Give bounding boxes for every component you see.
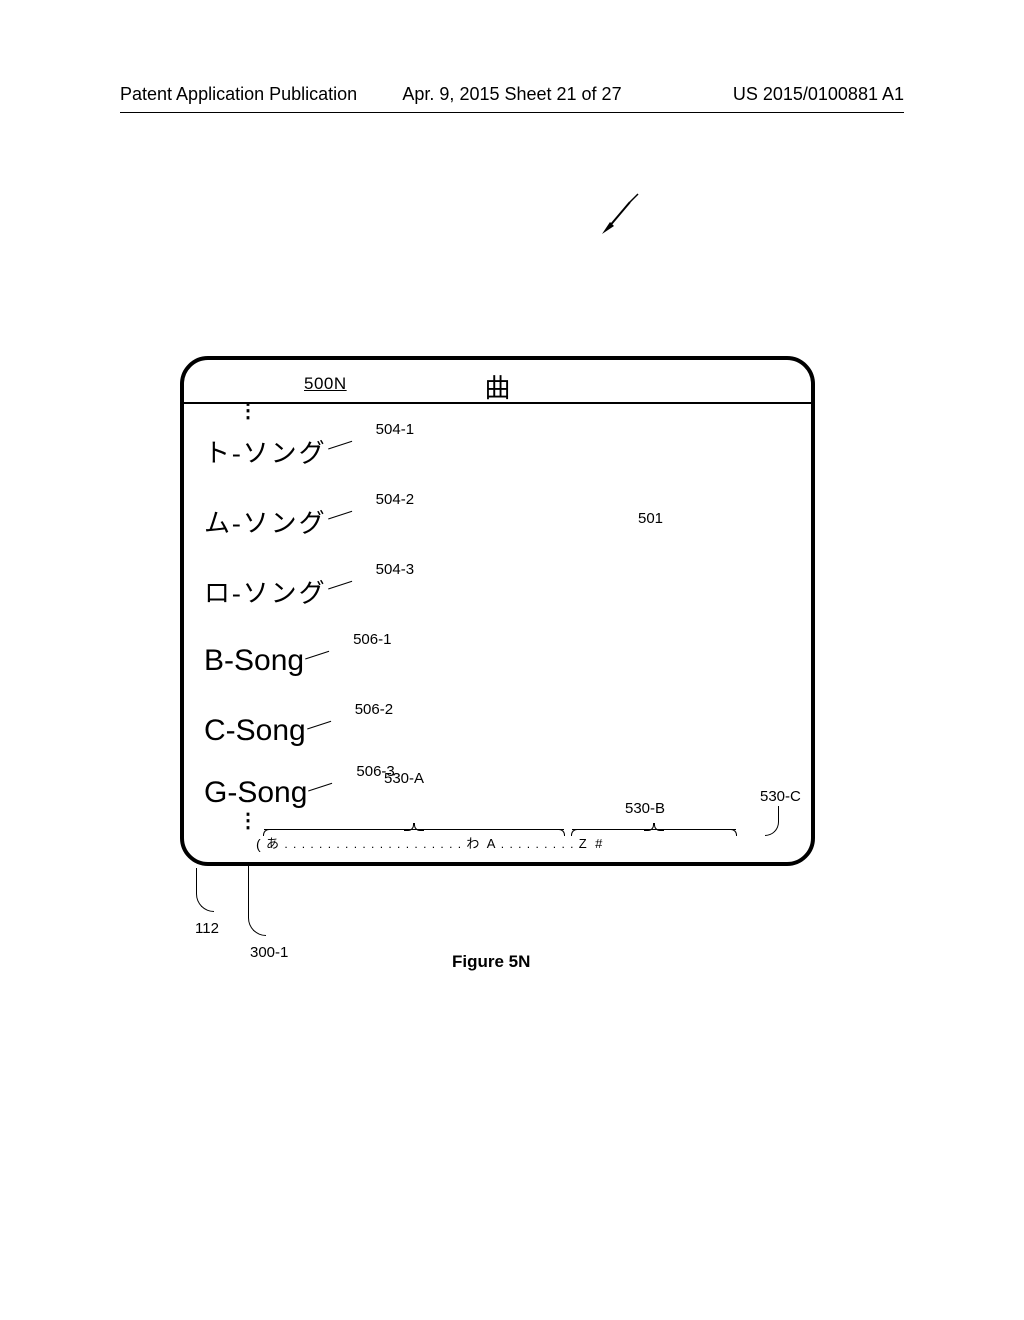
- figure-label: 500N: [304, 374, 347, 394]
- title-bar: 500N 曲: [184, 360, 811, 404]
- ref-506-1: 506-1: [353, 631, 391, 648]
- ref-112: 112: [195, 920, 219, 937]
- scrub-en-start[interactable]: A: [487, 836, 497, 851]
- leader-line: [305, 650, 329, 659]
- scrub-jp-start[interactable]: あ: [266, 836, 280, 851]
- song-title-en: G-Song: [204, 776, 307, 810]
- header-divider: [120, 112, 904, 113]
- figure-caption: Figure 5N: [452, 952, 530, 972]
- scrub-dots: . . . . . . . . .: [501, 837, 579, 851]
- ref-530-C: 530-C: [760, 788, 801, 805]
- list-item[interactable]: ト-ソング 504-1: [204, 416, 811, 486]
- leader-300-1: [248, 862, 266, 936]
- leader-line: [328, 440, 352, 449]
- song-title-en: B-Song: [204, 644, 304, 678]
- leader-line: [328, 580, 352, 589]
- ref-300-1: 300-1: [250, 944, 288, 961]
- ref-506-2: 506-2: [355, 701, 393, 718]
- ref-504-3: 504-3: [376, 561, 414, 578]
- paren-icon: (: [256, 836, 262, 852]
- song-title-jp: ム-ソング: [204, 503, 327, 540]
- ref-530-B: 530-B: [625, 800, 665, 817]
- header-right: US 2015/0100881 A1: [733, 84, 904, 105]
- ref-504-1: 504-1: [376, 421, 414, 438]
- screen-title: 曲: [484, 368, 510, 405]
- song-title-jp: ロ-ソング: [204, 573, 327, 610]
- header-left: Patent Application Publication: [120, 84, 357, 105]
- device-frame: 500N 曲 ⋮ ト-ソング 504-1 ム-ソング 504-2 ロ-ソング 5…: [180, 356, 815, 866]
- song-title-jp: ト-ソング: [204, 433, 327, 470]
- vertical-ellipsis-icon: ⋮: [238, 406, 811, 416]
- header-center: Apr. 9, 2015 Sheet 21 of 27: [402, 84, 621, 105]
- song-title-en: C-Song: [204, 714, 306, 748]
- list-item[interactable]: ム-ソング 504-2: [204, 486, 811, 556]
- list-item[interactable]: B-Song 506-1: [204, 626, 811, 696]
- leader-line: [328, 510, 352, 519]
- ref-530-A: 530-A: [384, 770, 424, 787]
- scrub-dots: . . . . . . . . . . . . . . . . . . . . …: [284, 837, 466, 851]
- page-header: Patent Application Publication Apr. 9, 2…: [120, 84, 904, 105]
- scrub-hash[interactable]: #: [595, 836, 603, 851]
- scrub-en-end[interactable]: Z: [579, 836, 588, 851]
- brace-530B: [572, 829, 736, 837]
- ref-504-2: 504-2: [376, 491, 414, 508]
- ref-501: 501: [638, 510, 663, 527]
- song-list[interactable]: ⋮ ト-ソング 504-1 ム-ソング 504-2 ロ-ソング 504-3 B-…: [184, 404, 811, 826]
- brace-530A: [264, 829, 564, 837]
- leader-112: [196, 868, 214, 912]
- scrub-jp-end[interactable]: わ: [466, 836, 480, 851]
- leader-line: [309, 782, 333, 791]
- list-item[interactable]: G-Song 506-3 530-A: [204, 766, 811, 820]
- list-item[interactable]: ロ-ソング 504-3: [204, 556, 811, 626]
- arrow-501-icon: [600, 190, 646, 236]
- leader-line: [307, 720, 331, 729]
- list-item[interactable]: C-Song 506-2: [204, 696, 811, 766]
